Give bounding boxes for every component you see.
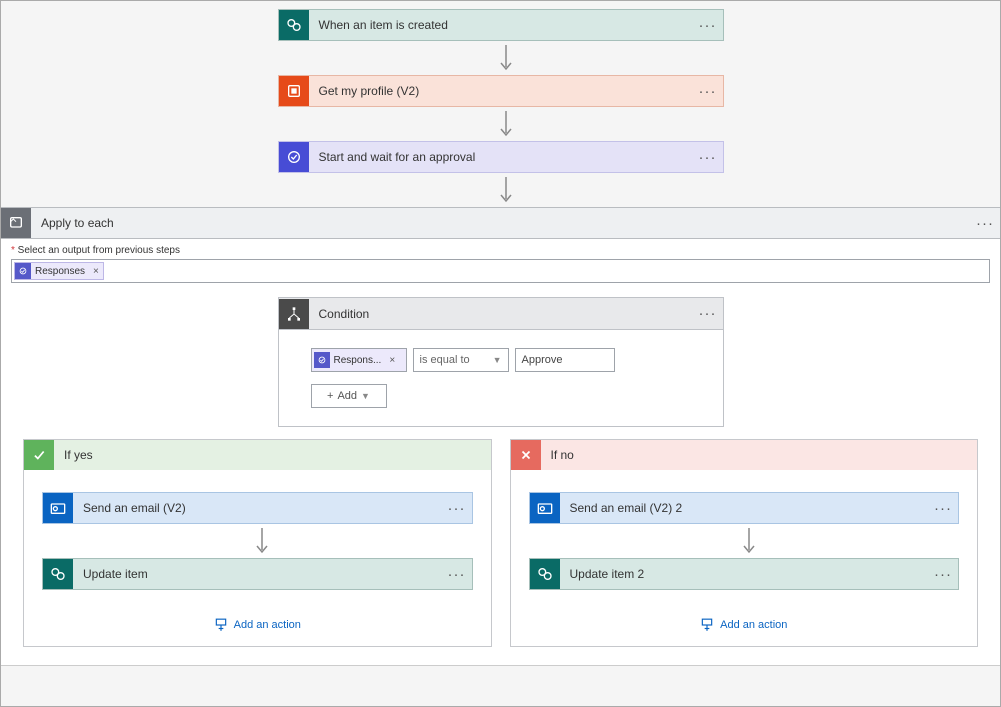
chevron-down-icon: ▼ <box>493 355 502 365</box>
flow-canvas: When an item is created ··· Get my profi… <box>0 0 1001 707</box>
add-action-yes[interactable]: Add an action <box>214 618 301 632</box>
apply-to-each-label: Apply to each <box>31 216 970 230</box>
add-action-icon <box>214 618 228 632</box>
select-output-label: * Select an output from previous steps <box>11 245 990 256</box>
arrow-icon <box>500 177 502 205</box>
if-no-branch: If no Send an email (V2) 2 ··· <box>510 439 979 647</box>
token-icon <box>15 263 31 279</box>
card-menu[interactable]: ··· <box>693 17 723 34</box>
close-icon <box>511 440 541 470</box>
apply-to-each-header[interactable]: Apply to each ··· <box>1 207 1000 239</box>
apply-to-each-body: * Select an output from previous steps R… <box>1 239 1000 666</box>
arrow-icon <box>500 45 502 73</box>
chevron-down-icon: ▼ <box>361 391 370 401</box>
add-condition-button[interactable]: + Add ▼ <box>311 384 387 408</box>
card-menu[interactable]: ··· <box>970 215 1000 232</box>
condition-label: Condition <box>309 307 693 321</box>
loop-icon <box>1 208 31 238</box>
sharepoint-icon <box>43 559 73 589</box>
card-menu[interactable]: ··· <box>442 566 472 583</box>
token-text: Responses <box>35 266 89 277</box>
if-yes-branch: If yes Send an email (V2) ··· <box>23 439 492 647</box>
send-email-no-card[interactable]: Send an email (V2) 2 ··· <box>529 492 960 524</box>
condition-left-operand[interactable]: Respons... × <box>311 348 407 372</box>
update-item-no-card[interactable]: Update item 2 ··· <box>529 558 960 590</box>
condition-icon <box>279 299 309 329</box>
token-icon <box>314 352 330 368</box>
add-action-icon <box>700 618 714 632</box>
condition-body: Respons... × is equal to ▼ Approve <box>279 330 723 426</box>
card-menu[interactable]: ··· <box>693 83 723 100</box>
get-profile-card[interactable]: Get my profile (V2) ··· <box>278 75 724 107</box>
token-remove[interactable]: × <box>89 266 103 277</box>
condition-right-value[interactable]: Approve <box>515 348 615 372</box>
condition-branches: If yes Send an email (V2) ··· <box>11 427 990 647</box>
trigger-label: When an item is created <box>309 18 693 32</box>
arrow-icon <box>500 111 502 139</box>
output-selector[interactable]: Responses × <box>11 259 990 283</box>
card-menu[interactable]: ··· <box>928 500 958 517</box>
arrow-icon <box>743 528 745 556</box>
get-profile-label: Get my profile (V2) <box>309 84 693 98</box>
card-menu[interactable]: ··· <box>693 305 723 322</box>
card-menu[interactable]: ··· <box>693 149 723 166</box>
top-flow: When an item is created ··· Get my profi… <box>1 1 1000 207</box>
sharepoint-icon <box>279 10 309 40</box>
add-action-no[interactable]: Add an action <box>700 618 787 632</box>
condition-header[interactable]: Condition ··· <box>279 298 723 330</box>
if-yes-label: If yes <box>54 448 93 462</box>
update-item-yes-card[interactable]: Update item ··· <box>42 558 473 590</box>
outlook-icon <box>530 493 560 523</box>
responses-token[interactable]: Responses × <box>14 262 104 280</box>
approval-label: Start and wait for an approval <box>309 150 693 164</box>
card-menu[interactable]: ··· <box>442 500 472 517</box>
outlook-icon <box>43 493 73 523</box>
check-icon <box>24 440 54 470</box>
if-no-label: If no <box>541 448 574 462</box>
approval-icon <box>279 142 309 172</box>
card-menu[interactable]: ··· <box>928 566 958 583</box>
send-email-yes-card[interactable]: Send an email (V2) ··· <box>42 492 473 524</box>
plus-icon: + <box>327 390 333 402</box>
arrow-icon <box>256 528 258 556</box>
condition-card: Condition ··· Respons... × <box>278 297 724 427</box>
approval-card[interactable]: Start and wait for an approval ··· <box>278 141 724 173</box>
if-no-header[interactable]: If no <box>511 440 978 470</box>
trigger-card[interactable]: When an item is created ··· <box>278 9 724 41</box>
office-icon <box>279 76 309 106</box>
condition-operator[interactable]: is equal to ▼ <box>413 348 509 372</box>
token-remove[interactable]: × <box>385 355 399 366</box>
if-yes-header[interactable]: If yes <box>24 440 491 470</box>
sharepoint-icon <box>530 559 560 589</box>
